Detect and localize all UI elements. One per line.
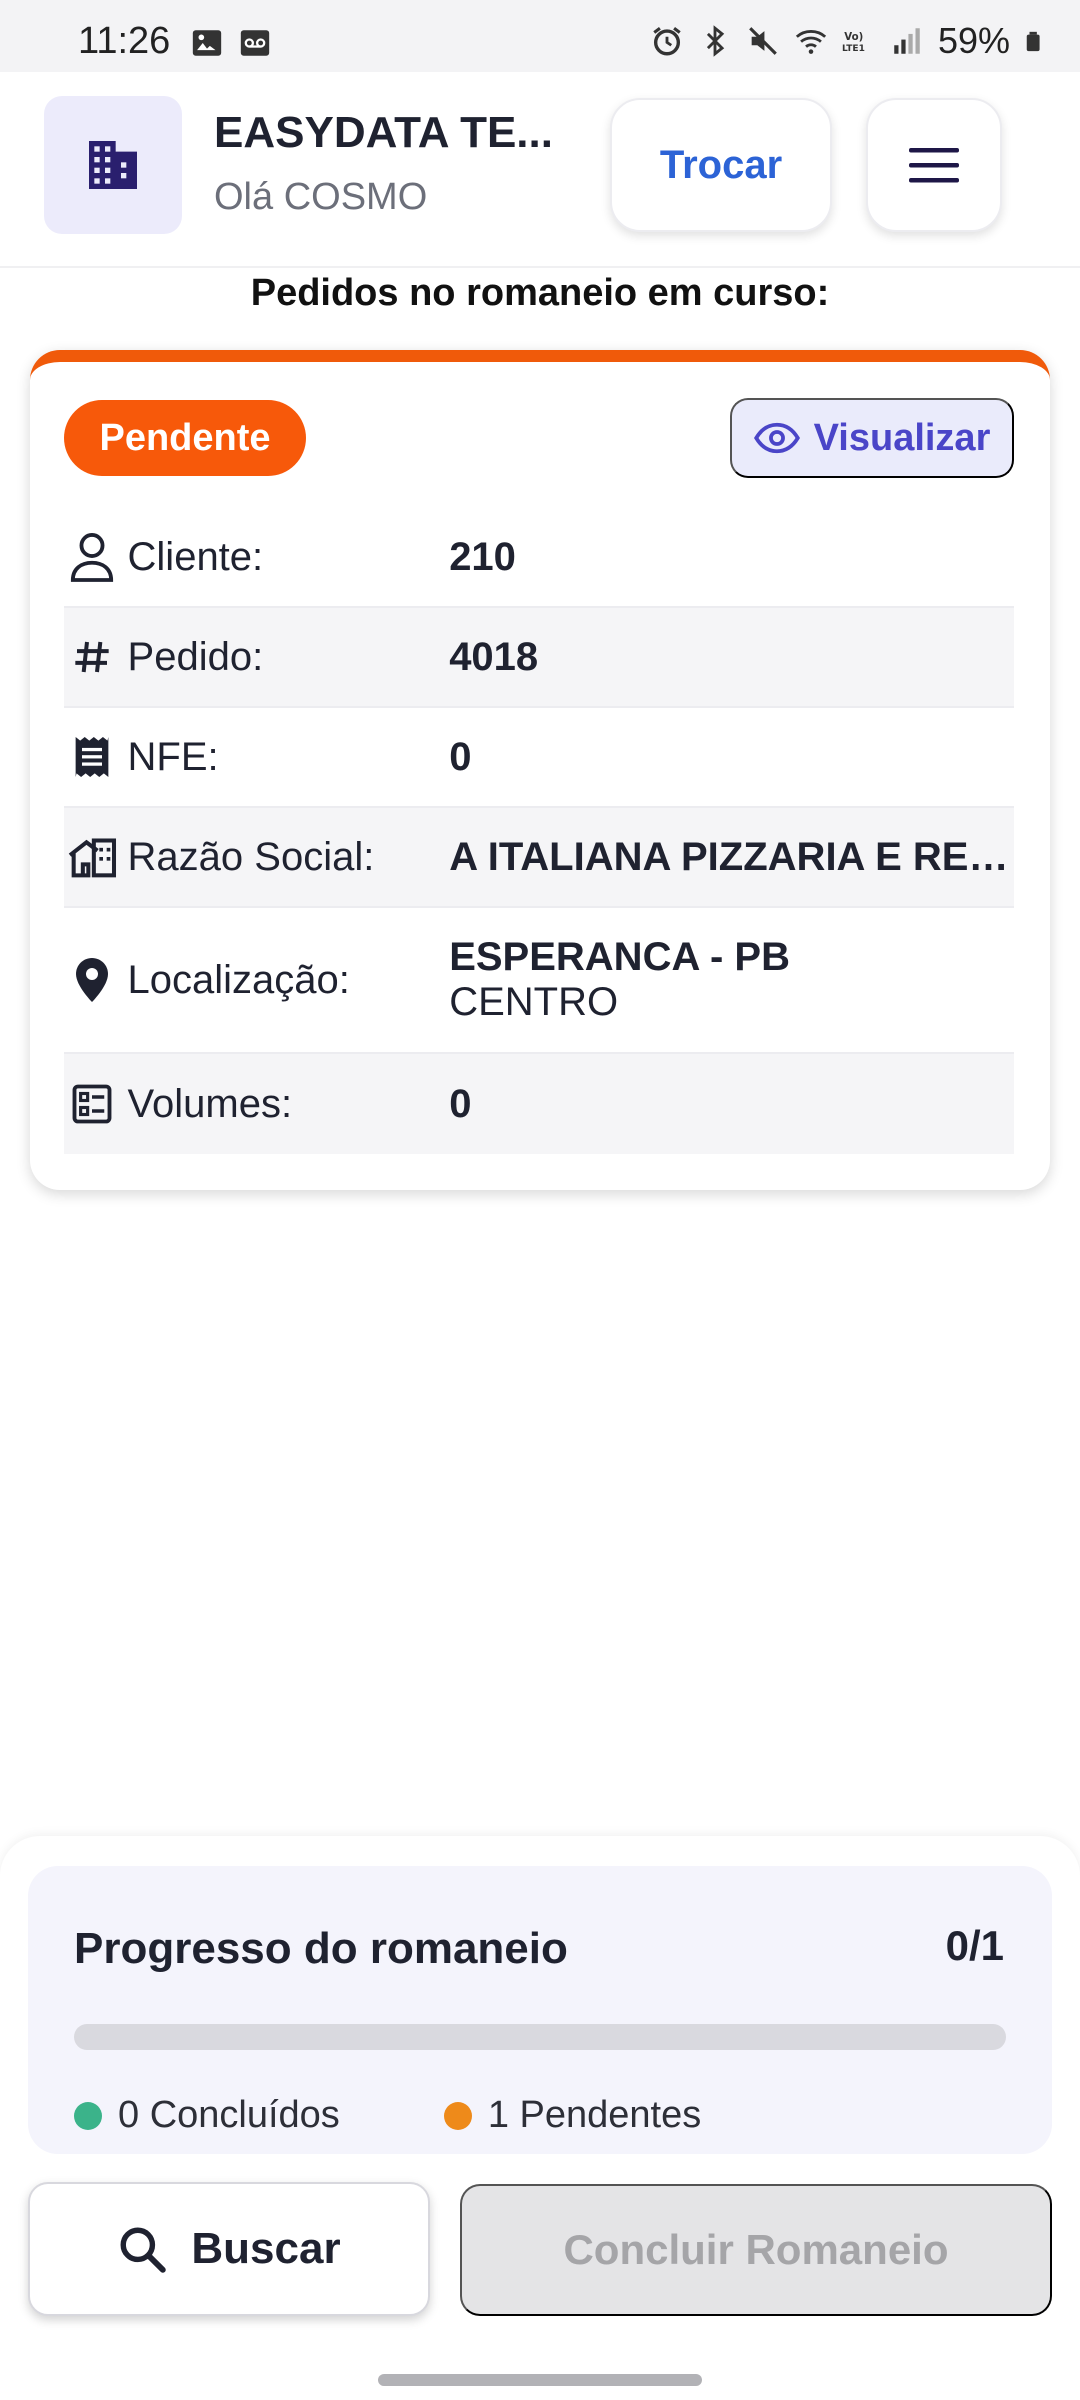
- field-cliente: Cliente: 210: [64, 508, 1014, 608]
- battery-icon: [1026, 31, 1040, 52]
- progress-bar: [74, 2024, 1006, 2050]
- progress-count: 0/1: [945, 1922, 1004, 1969]
- building-icon: [89, 141, 137, 189]
- search-icon: [120, 2227, 167, 2273]
- home-indicator[interactable]: [378, 2374, 702, 2386]
- pedido-value: 4018: [449, 634, 539, 679]
- localizacao-district: CENTRO: [449, 980, 619, 1024]
- localizacao-label: Localização:: [127, 957, 350, 1002]
- progress-title: Progresso do romaneio: [74, 1924, 568, 1973]
- razao-value: A ITALIANA PIZZARIA E RESTA...: [449, 834, 1014, 879]
- volumes-value: 0: [449, 1081, 472, 1126]
- user-greeting: Olá COSMO: [214, 176, 428, 218]
- alarm-icon: [653, 27, 681, 56]
- cliente-value: 210: [449, 534, 516, 579]
- field-nfe: NFE: 0: [64, 708, 1014, 808]
- pending-label: 1 Pendentes: [487, 2094, 702, 2136]
- user-icon: [64, 528, 120, 586]
- bottom-panel: Progresso do romaneio 0/1 0 Concluídos 1…: [0, 1836, 1080, 2400]
- battery-percent: 59%: [937, 20, 1010, 61]
- done-label: 0 Concluídos: [118, 2094, 340, 2136]
- search-button[interactable]: Buscar: [28, 2182, 430, 2316]
- status-bar: 11:26 Vo) LTE1 59%: [0, 0, 1080, 72]
- view-button-label: Visualizar: [813, 416, 991, 459]
- progress-legend: 0 Concluídos 1 Pendentes: [74, 2094, 701, 2137]
- cliente-label: Cliente:: [127, 534, 264, 579]
- pedido-label: Pedido:: [127, 634, 264, 679]
- order-card: Pendente Visualizar Cliente: 210 Pedido:…: [30, 350, 1050, 1190]
- location-pin-icon: [64, 951, 120, 1009]
- app-header: EASYDATA TE... Olá COSMO Trocar: [0, 72, 1080, 268]
- pending-dot-icon: [443, 2101, 472, 2130]
- legend-done: 0 Concluídos: [74, 2094, 340, 2137]
- volumes-label: Volumes:: [127, 1081, 293, 1126]
- company-logo: [44, 96, 182, 234]
- receipt-icon: [64, 728, 120, 786]
- field-razao-social: Razão Social: A ITALIANA PIZZARIA E REST…: [64, 808, 1014, 908]
- hash-icon: [64, 628, 120, 686]
- nfe-value: 0: [449, 734, 472, 779]
- svg-text:Vo): Vo): [844, 32, 863, 43]
- finish-romaneio-button[interactable]: Concluir Romaneio: [460, 2184, 1052, 2316]
- field-pedido: Pedido: 4018: [64, 608, 1014, 708]
- switch-company-button[interactable]: Trocar: [610, 98, 832, 232]
- localizacao-city: ESPERANCA - PB: [449, 935, 790, 979]
- legend-pending: 1 Pendentes: [443, 2094, 702, 2137]
- eye-icon: [753, 422, 800, 454]
- bluetooth-icon: [706, 25, 725, 57]
- gallery-icon: [192, 30, 222, 56]
- razao-label: Razão Social:: [127, 834, 375, 879]
- field-volumes: Volumes: 0: [64, 1054, 1014, 1154]
- field-localizacao: Localização: ESPERANCA - PB CENTRO: [64, 908, 1014, 1054]
- wifi-icon: [795, 30, 827, 54]
- svg-text:LTE1: LTE1: [842, 44, 865, 54]
- store-icon: [64, 828, 120, 886]
- company-name: EASYDATA TE...: [214, 108, 553, 157]
- voicemail-icon: [240, 30, 270, 56]
- view-button[interactable]: Visualizar: [730, 398, 1014, 478]
- section-title: Pedidos no romaneio em curso:: [250, 272, 830, 314]
- status-badge: Pendente: [64, 400, 306, 476]
- order-details: Cliente: 210 Pedido: 4018 NFE: 0 Razão S…: [64, 508, 1014, 1154]
- nfe-label: NFE:: [127, 734, 219, 779]
- localizacao-value: ESPERANCA - PB CENTRO: [449, 935, 1014, 1025]
- hamburger-icon: [909, 148, 959, 183]
- mute-icon: [749, 27, 777, 55]
- status-time: 11:26: [78, 20, 171, 62]
- search-button-label: Buscar: [191, 2224, 341, 2273]
- done-dot-icon: [74, 2101, 102, 2130]
- volte-icon: Vo)LTE1: [842, 32, 865, 54]
- checklist-icon: [64, 1075, 120, 1133]
- signal-icon: [894, 28, 920, 54]
- menu-button[interactable]: [866, 98, 1002, 232]
- progress-card: Progresso do romaneio 0/1 0 Concluídos 1…: [28, 1866, 1052, 2154]
